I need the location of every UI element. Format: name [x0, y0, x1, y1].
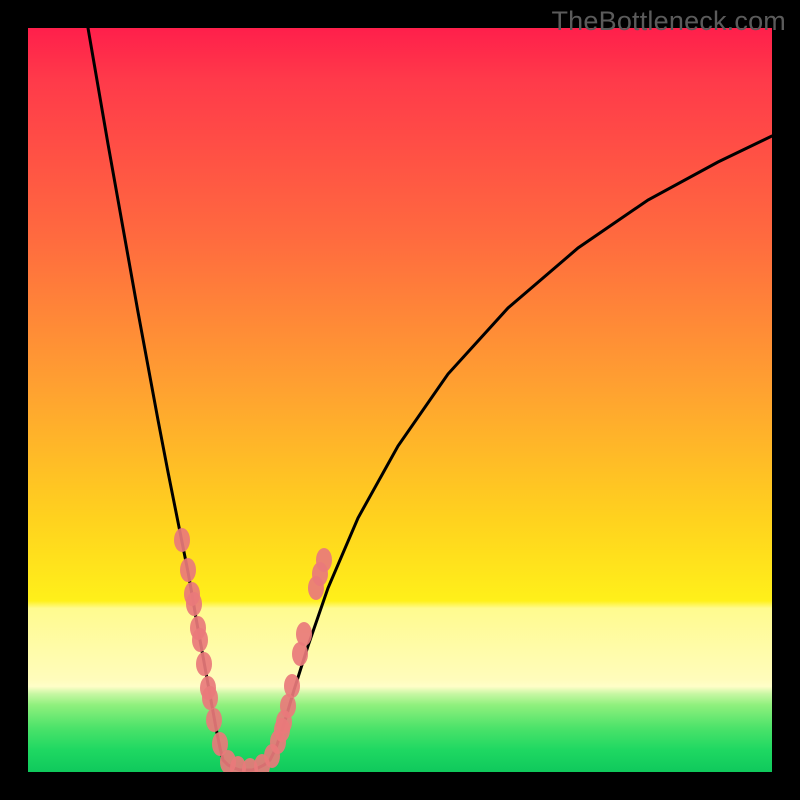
data-marker [180, 558, 196, 582]
data-marker [174, 528, 190, 552]
data-marker [296, 622, 312, 646]
data-marker [196, 652, 212, 676]
watermark-text: TheBottleneck.com [551, 6, 786, 37]
curve-layer [28, 28, 772, 772]
chart-frame: TheBottleneck.com [0, 0, 800, 800]
plot-area [28, 28, 772, 772]
data-marker [284, 674, 300, 698]
data-marker [316, 548, 332, 572]
data-marker [192, 628, 208, 652]
bottleneck-curve [88, 28, 772, 770]
data-marker [206, 708, 222, 732]
data-marker [202, 686, 218, 710]
data-marker [186, 592, 202, 616]
